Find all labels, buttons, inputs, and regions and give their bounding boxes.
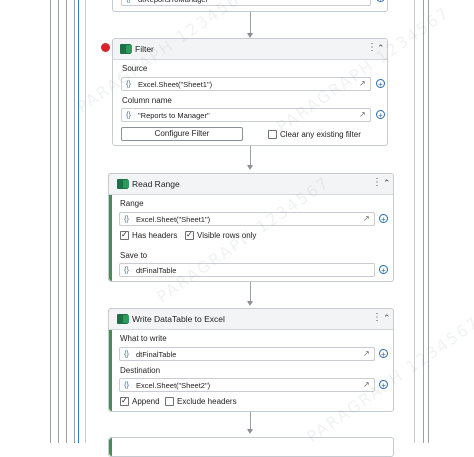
variable-icon: {} <box>126 0 131 3</box>
previous-output-value: dtReportsToManager <box>138 0 208 4</box>
append-label: Append <box>132 397 160 406</box>
connector-line <box>250 412 251 430</box>
scope-line <box>74 0 75 443</box>
save-to-value: dtFinalTable <box>136 266 177 275</box>
read-range-title: Read Range <box>132 179 180 189</box>
variable-icon: {} <box>124 380 130 389</box>
range-label: Range <box>120 199 144 208</box>
expand-editor-icon[interactable]: ↗ <box>363 349 370 358</box>
more-options-icon[interactable]: ⋮ <box>372 312 382 324</box>
connector-arrow <box>247 301 253 306</box>
connector-line <box>250 282 251 302</box>
previous-activity-card[interactable]: {} dtReportsToManager + <box>112 0 388 12</box>
scope-line <box>414 0 415 443</box>
clear-filter-checkbox[interactable] <box>268 130 277 139</box>
scope-line <box>66 0 67 443</box>
read-range-header[interactable]: Read Range ⋮ ⌃ <box>109 174 393 195</box>
what-to-write-field[interactable]: {} dtFinalTable ↗ <box>119 347 375 361</box>
destination-value: Excel.Sheet("Sheet2") <box>136 381 211 390</box>
excel-icon <box>117 179 129 189</box>
add-icon[interactable]: + <box>379 349 388 359</box>
column-name-field[interactable]: {} "Reports to Manager" ↗ <box>121 108 371 122</box>
scope-line <box>423 0 424 443</box>
scope-line <box>50 0 51 443</box>
add-icon[interactable]: + <box>379 214 388 224</box>
excel-icon <box>117 314 129 324</box>
exclude-headers-label: Exclude headers <box>177 397 237 406</box>
column-name-label: Column name <box>122 96 172 105</box>
configure-filter-button[interactable]: Configure Filter <box>121 127 243 141</box>
exclude-headers-checkbox[interactable] <box>165 397 174 406</box>
destination-field[interactable]: {} Excel.Sheet("Sheet2") ↗ <box>119 378 375 392</box>
add-icon[interactable]: + <box>379 265 388 275</box>
collapse-icon[interactable]: ⌃ <box>383 177 391 189</box>
connector-arrow <box>247 429 253 434</box>
what-to-write-label: What to write <box>120 334 167 343</box>
append-checkbox[interactable] <box>120 396 129 406</box>
variable-icon: {} <box>124 349 130 358</box>
more-options-icon[interactable]: ⋮ <box>372 177 382 189</box>
save-to-field[interactable]: {} dtFinalTable <box>119 263 375 277</box>
excel-icon <box>120 44 132 54</box>
connector-arrow <box>247 165 253 170</box>
collapse-icon[interactable]: ⌃ <box>383 312 391 324</box>
breakpoint-dot[interactable] <box>101 43 110 52</box>
add-icon[interactable]: + <box>376 0 385 3</box>
scope-line <box>58 0 59 443</box>
has-headers-label: Has headers <box>132 231 178 240</box>
variable-icon: {} <box>124 265 130 274</box>
range-value: Excel.Sheet("Sheet1") <box>136 215 211 224</box>
variable-icon: {} <box>124 214 130 223</box>
expand-editor-icon[interactable]: ↗ <box>359 110 366 119</box>
scope-line <box>428 0 429 443</box>
column-name-value: "Reports to Manager" <box>138 111 210 120</box>
scope-line <box>85 0 86 443</box>
add-icon[interactable]: + <box>376 110 385 120</box>
visible-rows-checkbox[interactable] <box>185 230 194 240</box>
variable-icon: {} <box>126 110 132 119</box>
write-datatable-title: Write DataTable to Excel <box>132 314 225 324</box>
destination-label: Destination <box>120 366 161 375</box>
connector-line <box>250 146 251 166</box>
clear-filter-label: Clear any existing filter <box>280 130 361 139</box>
write-datatable-header[interactable]: Write DataTable to Excel ⋮ ⌃ <box>109 309 393 330</box>
source-value: Excel.Sheet("Sheet1") <box>138 80 213 89</box>
what-to-write-value: dtFinalTable <box>136 350 177 359</box>
connector-line <box>250 12 251 34</box>
add-icon[interactable]: + <box>376 79 385 89</box>
has-headers-checkbox[interactable] <box>120 230 129 240</box>
card-accent <box>109 438 112 456</box>
save-to-label: Save to <box>120 251 148 260</box>
next-activity-card[interactable] <box>108 437 394 457</box>
scope-line-highlight <box>78 0 79 443</box>
expand-editor-icon[interactable]: ↗ <box>363 214 370 223</box>
